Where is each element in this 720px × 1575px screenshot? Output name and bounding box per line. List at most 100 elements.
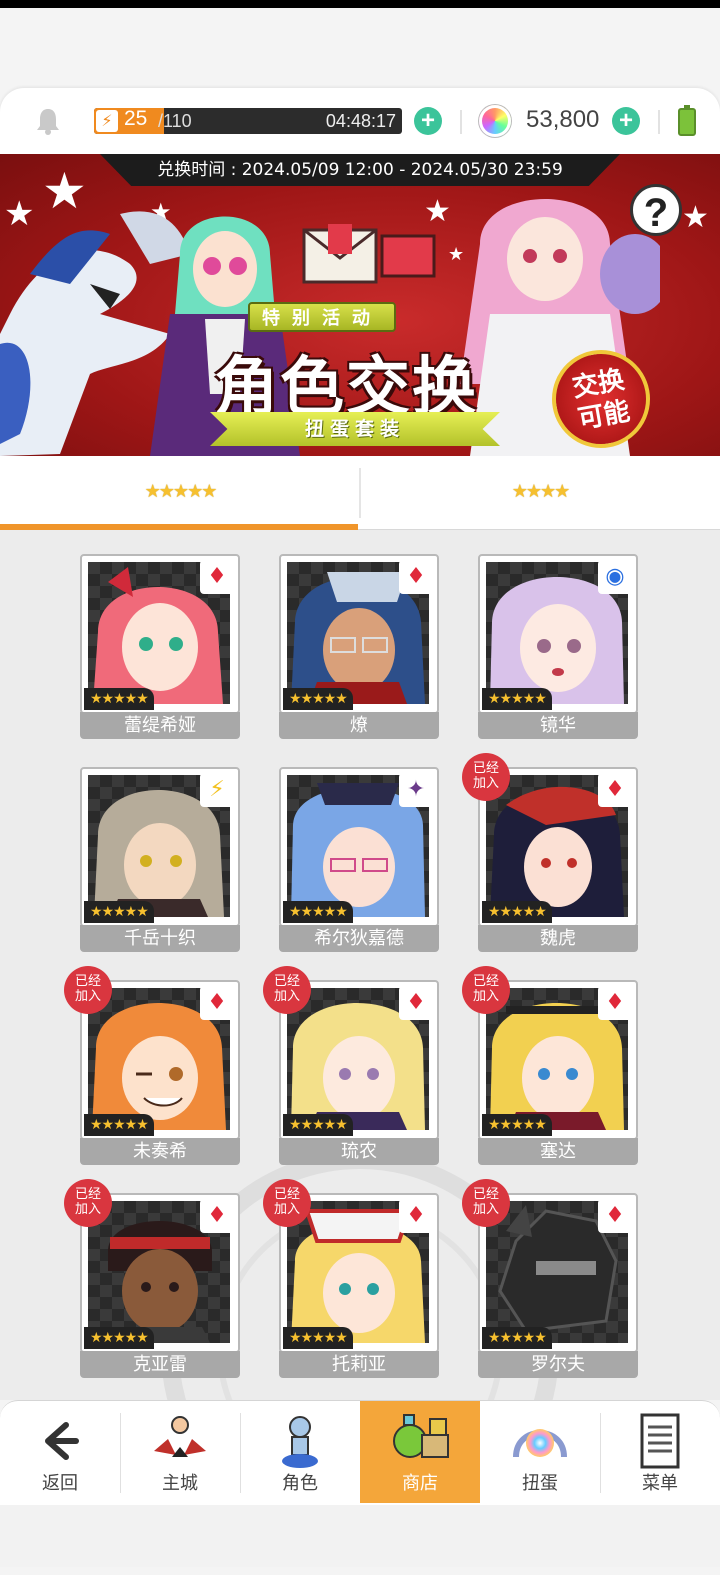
footer-area [0, 1505, 720, 1567]
added-badge: 已经 加入 [64, 966, 112, 1014]
nav-shop[interactable]: 商店 [360, 1401, 480, 1503]
character-card[interactable]: ♦ ★★★★★ 燎 [279, 554, 439, 741]
shop-icon [393, 1414, 449, 1458]
badge-text: 交换 可能 [570, 364, 633, 436]
character-card[interactable]: ♦ ★★★★★ 蕾缇希娅 [80, 554, 240, 741]
stamina-bar: ⚡ 25 /110 04:48:17 [94, 108, 402, 134]
added-badge: 已经 加入 [64, 1179, 112, 1227]
add-stamina-button[interactable]: + [414, 107, 442, 135]
fire-element-icon: ♦ [200, 986, 234, 1020]
stamina-max: /110 [158, 111, 192, 131]
card-stars: ★★★★★ [84, 901, 154, 923]
card-stars: ★★★★★ [84, 688, 154, 710]
character-name: 千岳十织 [80, 925, 240, 952]
added-badge-text: 已经 加入 [74, 974, 101, 1004]
nav-home[interactable]: 主城 [120, 1401, 240, 1503]
nav-label: 菜单 [642, 1473, 678, 1494]
character-name: 魏虎 [478, 925, 638, 952]
card-stars: ★★★★★ [84, 1114, 154, 1136]
character-icon [282, 1416, 318, 1468]
added-badge: 已经 加入 [462, 753, 510, 801]
lightning-icon: ⚡ [96, 110, 118, 132]
water-element-icon: ◉ [598, 560, 632, 594]
divider [460, 110, 462, 134]
stamina-timer: 04:48:17 [325, 111, 396, 131]
back-arrow-icon [45, 1422, 79, 1460]
fire-element-icon: ♦ [200, 1199, 234, 1233]
character-card[interactable]: ⚡ ★★★★★ 千岳十织 [80, 767, 240, 954]
added-badge-text: 已经 加入 [74, 1187, 101, 1217]
gem-amount: 53,800 [526, 106, 600, 133]
banner-subtitle: 扭蛋套装 [210, 412, 500, 446]
fire-element-icon: ♦ [399, 560, 433, 594]
event-banner[interactable]: 兑换时间 : 2024.05/09 12:00 - 2024.05/30 23:… [0, 154, 720, 456]
character-name: 托莉亚 [279, 1351, 439, 1378]
character-name: 塞达 [478, 1138, 638, 1165]
battery-icon [678, 105, 696, 136]
menu-list-icon [640, 1413, 680, 1469]
added-badge-text: 已经 加入 [472, 761, 499, 791]
character-grid: ♦ ★★★★★ 蕾缇希娅 ♦ ★★★★★ 燎 ◉ ★★★★★ 镜华 ⚡ ★★★★… [0, 530, 720, 1410]
nav-gacha[interactable]: 扭蛋 [480, 1401, 600, 1503]
character-card[interactable]: ♦ 已经 加入 ★★★★★ 琉农 [263, 966, 439, 1167]
help-button[interactable]: ? [630, 184, 682, 236]
special-event-tag: 特别活动 [248, 302, 396, 332]
character-card[interactable]: ✦ ★★★★★ 希尔狄嘉德 [279, 767, 439, 954]
nav-label: 角色 [282, 1473, 318, 1494]
stamina-current: 25 [124, 108, 148, 130]
added-badge-text: 已经 加入 [472, 1187, 499, 1217]
card-stars: ★★★★★ [482, 688, 552, 710]
added-badge-text: 已经 加入 [273, 1187, 300, 1217]
character-name: 镜华 [478, 712, 638, 739]
gacha-icon [513, 1429, 567, 1458]
nav-character[interactable]: 角色 [240, 1401, 360, 1503]
exchange-period: 兑换时间 : 2024.05/09 12:00 - 2024.05/30 23:… [100, 154, 620, 186]
card-stars: ★★★★★ [482, 1327, 552, 1349]
card-stars: ★★★★★ [283, 1327, 353, 1349]
character-name: 希尔狄嘉德 [279, 925, 439, 952]
character-card[interactable]: ♦ 已经 加入 ★★★★★ 魏虎 [462, 753, 638, 954]
add-gem-button[interactable]: + [612, 107, 640, 135]
character-card[interactable]: ♦ 已经 加入 ★★★★★ 托莉亚 [263, 1179, 439, 1380]
card-stars: ★★★★★ [283, 1114, 353, 1136]
status-bar-edge [0, 0, 720, 8]
character-name: 未奏希 [80, 1138, 240, 1165]
character-name: 罗尔夫 [478, 1351, 638, 1378]
reward-items-artwork [302, 224, 436, 284]
nav-label: 主城 [162, 1473, 198, 1494]
added-badge: 已经 加入 [462, 966, 510, 1014]
shadow-element-icon: ✦ [399, 773, 433, 807]
star-decoration-icon: ★ [682, 200, 709, 235]
character-card[interactable]: ♦ 已经 加入 ★★★★★ 塞达 [462, 966, 638, 1167]
character-card[interactable]: ♦ 已经 加入 ★★★★★ 罗尔夫 [462, 1179, 638, 1380]
fire-element-icon: ♦ [598, 1199, 632, 1233]
card-stars: ★★★★★ [283, 688, 353, 710]
rarity-tabs: ★★★★★ ★★★★ [0, 456, 720, 530]
character-card[interactable]: ◉ ★★★★★ 镜华 [478, 554, 638, 741]
card-stars: ★★★★★ [482, 1114, 552, 1136]
character-card[interactable]: ♦ 已经 加入 ★★★★★ 未奏希 [64, 966, 240, 1167]
bell-icon[interactable] [34, 106, 62, 136]
added-badge-text: 已经 加入 [472, 974, 499, 1004]
fire-element-icon: ♦ [598, 986, 632, 1020]
added-badge: 已经 加入 [263, 1179, 311, 1227]
card-stars: ★★★★★ [84, 1327, 154, 1349]
gem-icon [479, 105, 511, 137]
home-castle-icon [154, 1416, 206, 1457]
card-stars: ★★★★★ [482, 901, 552, 923]
character-card[interactable]: ♦ 已经 加入 ★★★★★ 克亚雷 [64, 1179, 240, 1380]
divider [658, 110, 660, 134]
tab-four-star[interactable]: ★★★★ [360, 456, 720, 530]
character-name: 燎 [279, 712, 439, 739]
resource-bar: ⚡ 25 /110 04:48:17 + 53,800 + [0, 88, 720, 154]
added-badge-text: 已经 加入 [273, 974, 300, 1004]
fire-element-icon: ♦ [399, 1199, 433, 1233]
nav-back[interactable]: 返回 [0, 1401, 120, 1503]
nav-label: 返回 [42, 1473, 78, 1494]
nav-menu[interactable]: 菜单 [600, 1401, 720, 1503]
app-screen: ⚡ 25 /110 04:48:17 + 53,800 + 兑换时间 : 202… [0, 0, 720, 1575]
character-name: 琉农 [279, 1138, 439, 1165]
tab-five-star[interactable]: ★★★★★ [0, 456, 360, 530]
nav-label: 商店 [402, 1473, 438, 1494]
fire-element-icon: ♦ [598, 773, 632, 807]
